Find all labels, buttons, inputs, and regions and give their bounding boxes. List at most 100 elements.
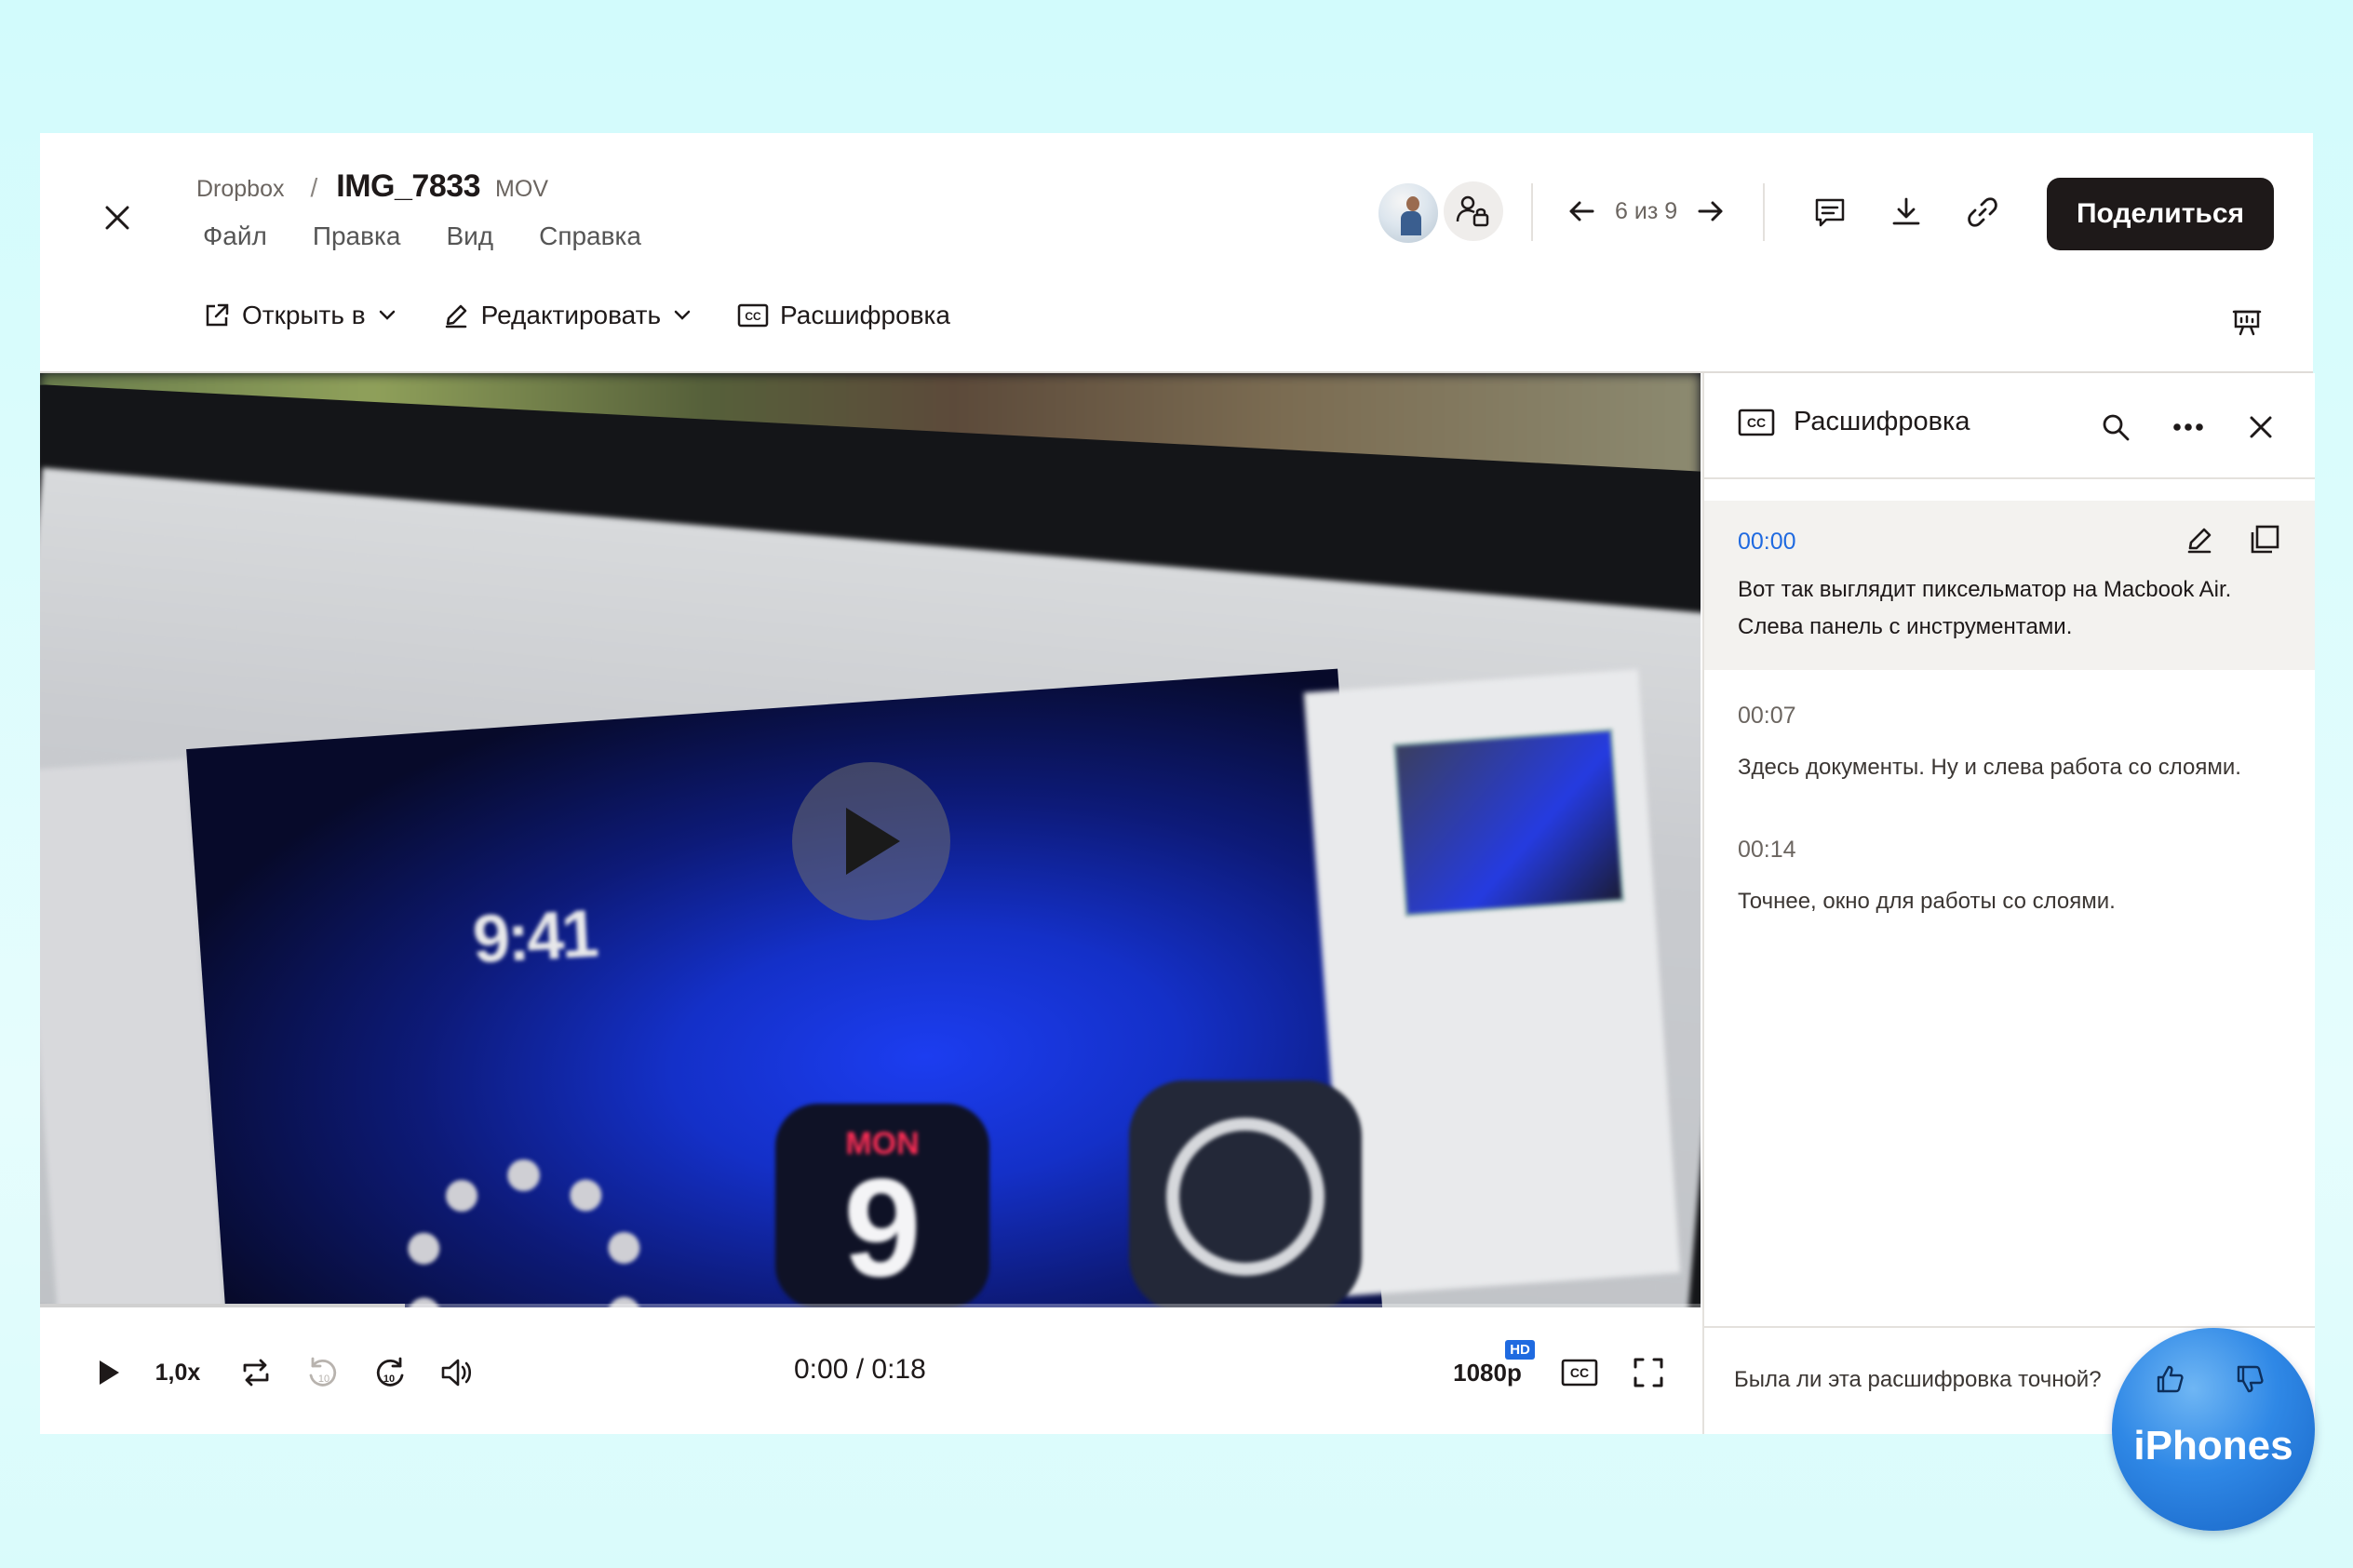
skip-back-amount: 10 [318, 1374, 329, 1385]
arrow-left-icon [1569, 201, 1594, 221]
transcript-segment[interactable]: 00:00 Вот так выглядит пиксельматор на M… [1704, 501, 2315, 670]
repeat-icon [243, 1359, 269, 1387]
segment-text: Вот так выглядит пиксельматор на Macbook… [1738, 577, 2232, 639]
play-overlay-button[interactable] [792, 762, 950, 920]
menu-view[interactable]: Вид [446, 221, 493, 251]
closed-captions-icon: CC [1738, 409, 1775, 436]
segment-timestamp[interactable]: 00:00 [1738, 529, 1796, 556]
header-divider [1531, 183, 1533, 241]
closed-captions-icon: CC [737, 303, 769, 328]
search-icon [2103, 414, 2130, 441]
calendar-day: 9 [843, 1149, 921, 1306]
video-frame-clock: 9:41 [470, 896, 598, 978]
quality-label: 1080p HD [1453, 1339, 1535, 1387]
menu-edit[interactable]: Правка [313, 221, 401, 251]
transcript-panel-header: CC Расшифровка [1704, 373, 2315, 479]
open-in-dropdown[interactable]: Открыть в [203, 301, 397, 330]
comment-button[interactable] [1808, 191, 1851, 234]
video-player[interactable]: 9:41 MON 9 [40, 373, 1701, 1307]
skip-forward-button[interactable]: 10 [364, 1347, 416, 1399]
svg-text:CC: CC [1570, 1365, 1589, 1380]
segment-timestamp[interactable]: 00:14 [1738, 837, 1796, 864]
menu-file[interactable]: Файл [203, 221, 267, 251]
edit-dropdown[interactable]: Редактировать [442, 301, 692, 330]
segment-text: Здесь документы. Ну и слева работа со сл… [1738, 755, 2241, 780]
transcript-panel: CC Расшифровка 00:00 Вот так выглядит пи… [1702, 373, 2315, 1434]
transcript-more-button[interactable] [2168, 407, 2209, 448]
file-toolbar: Открыть в Редактировать CC Расшифровка [203, 301, 950, 330]
fullscreen-button[interactable] [1622, 1347, 1674, 1399]
more-horizontal-icon [2173, 423, 2203, 431]
svg-text:CC: CC [745, 310, 761, 323]
fullscreen-icon [1634, 1358, 1663, 1387]
previous-file-button[interactable] [1566, 196, 1596, 226]
segment-timestamp[interactable]: 00:07 [1738, 703, 1796, 730]
play-button[interactable] [83, 1347, 135, 1399]
avatar[interactable] [1377, 181, 1440, 245]
thumbs-down-icon [2237, 1365, 2264, 1393]
play-icon [846, 808, 900, 875]
transcript-search-button[interactable] [2095, 407, 2136, 448]
comment-icon [1815, 198, 1845, 227]
file-preview-window: Dropbox / IMG_7833 MOV Файл Правка Вид С… [40, 133, 2315, 1434]
breadcrumb-separator: / [310, 173, 318, 202]
file-pager: 6 из 9 [1566, 191, 1726, 232]
present-button[interactable] [2225, 301, 2268, 343]
thumbs-down-button[interactable] [2235, 1363, 2266, 1395]
iphones-watermark-logo: iPhones [2112, 1328, 2315, 1531]
video-controls: 1,0x 10 10 0:00 / 0:18 1080p HD CC [40, 1309, 1701, 1434]
thumbs-up-icon [2157, 1365, 2184, 1393]
video-frame-thumbnail [1392, 728, 1625, 918]
closed-captions-icon: CC [1561, 1359, 1598, 1387]
loop-button[interactable] [230, 1347, 282, 1399]
collaborators [1377, 181, 1503, 245]
pencil-icon [445, 304, 466, 328]
share-button[interactable]: Поделиться [2047, 178, 2274, 250]
people-lock-icon [1456, 195, 1489, 227]
rewind-10-icon: 10 [309, 1357, 337, 1387]
copy-link-button[interactable] [1961, 191, 2004, 234]
forward-10-icon: 10 [376, 1357, 404, 1387]
link-icon [1968, 197, 1997, 227]
volume-button[interactable] [431, 1347, 483, 1399]
close-button[interactable] [96, 196, 139, 239]
pencil-icon [2187, 528, 2212, 554]
aperture-app-icon [1129, 1080, 1362, 1307]
segment-text: Точнее, окно для работы со слоями. [1738, 889, 2116, 914]
skip-back-button[interactable]: 10 [297, 1347, 349, 1399]
edit-segment-button[interactable] [2181, 521, 2218, 558]
captions-button[interactable]: CC [1553, 1347, 1606, 1399]
svg-text:CC: CC [1747, 415, 1766, 430]
download-button[interactable] [1885, 191, 1928, 234]
close-icon [2250, 416, 2272, 438]
volume-icon [441, 1359, 472, 1387]
transcript-segment[interactable]: 00:14 Точнее, окно для работы со слоями. [1704, 824, 2315, 935]
transcript-segment[interactable]: 00:07 Здесь документы. Ну и слева работа… [1704, 690, 2315, 801]
copy-segment-button[interactable] [2246, 521, 2283, 558]
edit-label: Редактировать [480, 301, 662, 329]
playback-speed-button[interactable]: 1,0x [141, 1347, 215, 1399]
thumbs-up-button[interactable] [2155, 1363, 2186, 1395]
transcript-close-button[interactable] [2240, 407, 2281, 448]
presentation-icon [2232, 310, 2262, 336]
chevron-down-icon [674, 310, 691, 320]
manage-access-button[interactable] [1444, 181, 1503, 241]
timecode: 0:00 / 0:18 [794, 1354, 926, 1385]
header-actions [1808, 191, 2004, 234]
file-name: IMG_7833 [336, 168, 481, 204]
open-in-label: Открыть в [242, 301, 366, 329]
transcript-panel-title: CC Расшифровка [1738, 407, 1970, 437]
menu-help[interactable]: Справка [539, 221, 641, 251]
breadcrumb: Dropbox / IMG_7833 MOV [196, 168, 548, 209]
feedback-buttons [2155, 1363, 2266, 1395]
menu-bar: Файл Правка Вид Справка [203, 221, 641, 251]
transcript-toggle[interactable]: CC Расшифровка [737, 301, 950, 330]
breadcrumb-root-link[interactable]: Dropbox [196, 176, 285, 203]
transcript-label: Расшифровка [780, 301, 950, 329]
video-progress-bar[interactable] [40, 1304, 1701, 1307]
video-progress-fill [40, 1304, 406, 1307]
next-file-button[interactable] [1696, 196, 1726, 226]
calendar-app-icon: MON 9 [775, 1104, 989, 1307]
quality-button[interactable]: 1080p HD [1436, 1339, 1539, 1399]
open-external-icon [206, 303, 229, 327]
